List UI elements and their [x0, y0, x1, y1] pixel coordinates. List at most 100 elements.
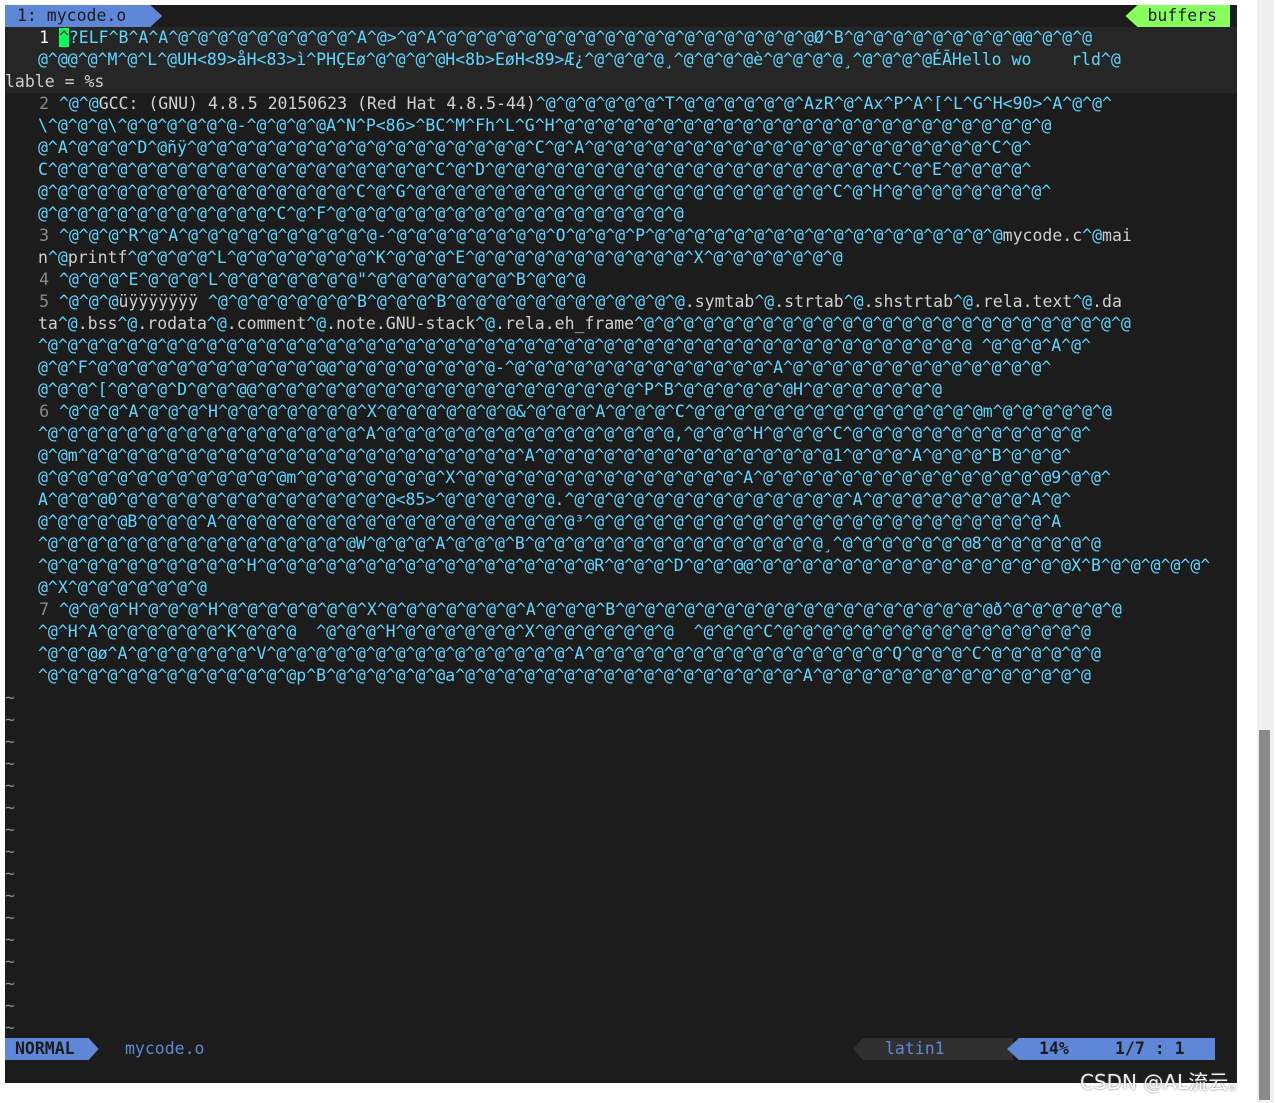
tilde-marker: ~ [5, 930, 15, 949]
buffer-line-row[interactable]: ^@^@^@^@^@^@^@^@^@^@^H^@^@^@^@^@^@^@^@^@… [5, 555, 1237, 577]
control-chars: ^@^@^@^A^@^@^@^H^@^@^@^@^@^@^@^X^@^@^@^@… [58, 402, 1112, 421]
buffer-line-row[interactable]: n^@printf^@^@^@^@^L^@^@^@^@^@^@^@^K^@^@^… [5, 247, 1237, 269]
buffer-line-row[interactable]: 2 ^@^@GCC: (GNU) 4.8.5 20150623 (Red Hat… [5, 93, 1237, 115]
empty-line-tilde: ~ [5, 863, 1237, 885]
printable-text: n [38, 248, 48, 267]
printable-text: .rodata [137, 314, 207, 333]
line-number: 4 [39, 270, 49, 289]
gutter-space [49, 600, 59, 619]
line-number: 3 [39, 226, 49, 245]
file-encoding: latin1 [885, 1039, 945, 1058]
buffer-line-row[interactable]: @^@m^@^@^@^@^@^@^@^@^@^@^@^@^@^@^@^@^@^@… [5, 445, 1237, 467]
control-chars: @^@^@^@^@^@^@^@^@^@^@^@^@m^@^@^@^@^@^@^@… [38, 468, 1111, 487]
mode-indicator: NORMAL [5, 1038, 99, 1060]
control-chars: ^@^@^@^@^L^@^@^@^@^@^@^@^K^@^@^@^E^@^@^@… [127, 248, 843, 267]
scrollbar-thumb[interactable] [1259, 730, 1270, 1100]
printable-text: GCC: (GNU) 4.8.5 20150623 (Red Hat 4.8.5… [98, 94, 536, 113]
control-chars: ^@ [306, 314, 327, 333]
control-chars: @^X^@^@^@^@^@^@^@ [38, 578, 207, 597]
empty-line-tilde: ~ [5, 819, 1237, 841]
control-chars: \^@^@^@\^@^@^@^@^@^@-^@^@^@^@A^N^P<86>^B… [38, 116, 1052, 135]
gutter-space [49, 226, 59, 245]
gutter-space [49, 28, 59, 47]
buffer-line-row[interactable]: @^@^@^@^@^@^@^@^@^@^@^@^@m^@^@^@^@^@^@^@… [5, 467, 1237, 489]
buffer-line-row[interactable]: @^@^@^@^@^@^@^@^@^@^@^@^@^@^@^@^C^@^G^@^… [5, 181, 1237, 203]
editor-buffer[interactable]: 1 ^?ELF^B^A^A^@^@^@^@^@^@^@^@^@^A^@>^@^A… [5, 27, 1237, 1037]
control-chars: @^@^@^@^@B^@^@^@^A^@^@^@^@^@^@^@^@^@^@^@… [38, 512, 1062, 531]
buffer-line-row[interactable]: ^@^@^@^@^@^@^@^@^@^@^@^@^@^@^@^@W^@^@^@^… [5, 533, 1237, 555]
buffer-line-row[interactable]: ^@^@^@ø^A^@^@^@^@^@^@^V^@^@^@^@^@^@^@^@^… [5, 643, 1237, 665]
scroll-percent: 14% [1039, 1039, 1069, 1058]
buffer-line-row[interactable]: ta^@.bss^@.rodata^@.comment^@.note.GNU-s… [5, 313, 1237, 335]
empty-line-tilde: ~ [5, 973, 1237, 995]
control-chars: ^@^@^@^@^@^@^@^@^@^@^H^@^@^@^@^@^@^@^@^@… [38, 556, 1211, 575]
empty-line-tilde: ~ [5, 995, 1237, 1017]
buffer-line-row[interactable]: A^@^@^@0^@^@^@^@^@^@^@^@^@^@^@^@^@^@<85>… [5, 489, 1237, 511]
printable-text: .rela.text [972, 292, 1073, 311]
buffer-line-row[interactable]: 5 ^@^@^@üÿÿÿÿÿÿÿ ^@^@^@^@^@^@^@^B^@^@^@^… [5, 291, 1237, 313]
tilde-marker: ~ [5, 732, 15, 751]
buffer-line-row[interactable]: @^@^@^@^@B^@^@^@^A^@^@^@^@^@^@^@^@^@^@^@… [5, 511, 1237, 533]
buffer-line-row[interactable]: 3 ^@^@^@^R^@^A^@^@^@^@^@^@^@^@^@^@-^@^@^… [5, 225, 1237, 247]
tab-mycode-o[interactable]: 1: mycode.o [5, 5, 162, 27]
buffer-line-row[interactable]: 4 ^@^@^@^E^@^@^@^L^@^@^@^@^@^@^@"^@^@^@^… [5, 269, 1237, 291]
buffer-line-row[interactable]: C^@^@^@^@^@^@^@^@^@^@^@^@^@^@^@^@^@^@^@^… [5, 159, 1237, 181]
empty-line-tilde: ~ [5, 841, 1237, 863]
buffer-line-row[interactable]: @^@^@^[^@^@^@^D^@^@^@@^@^@^@^@^@^@^@^@^@… [5, 379, 1237, 401]
tilde-marker: ~ [5, 776, 15, 795]
tilde-marker: ~ [5, 864, 15, 883]
control-chars: ^@ [953, 292, 973, 311]
printable-text: üÿÿÿÿÿÿÿ [118, 292, 208, 311]
control-chars: ^@^H^A^@^@^@^@^@^@^K^@^@^@ ^@^@^@^H^@^@^… [38, 622, 1091, 641]
buffer-line-row[interactable]: @^@^@^@^@^@^@^@^@^@^@^@^C^@^F^@^@^@^@^@^… [5, 203, 1237, 225]
line-number: 2 [39, 94, 49, 113]
tilde-marker: ~ [5, 974, 15, 993]
empty-line-tilde: ~ [5, 951, 1237, 973]
buffer-line-row[interactable]: @^@^F^@^@^@^@^@^@^@^@^@^@^@^@@^@^@^@^@^@… [5, 357, 1237, 379]
empty-line-tilde: ~ [5, 753, 1237, 775]
text-cursor: ^ [58, 28, 69, 47]
tilde-marker: ~ [5, 710, 15, 729]
control-chars: ^@^@^@^@^@^@^@^@^@^@^@^@^@p^B^@^@^@^@^@^… [38, 666, 1091, 685]
control-chars: ^@ [1082, 226, 1103, 245]
tilde-marker: ~ [5, 886, 15, 905]
control-chars: ^@^@^@^@^@^@^@^@^@^@^@^@^@^@^@^@^A^@^@^@… [38, 424, 1091, 443]
buffer-line-row[interactable]: ^@^@^@^@^@^@^@^@^@^@^@^@^@p^B^@^@^@^@^@^… [5, 665, 1237, 687]
buffer-line-row[interactable]: ^@^@^@^@^@^@^@^@^@^@^@^@^@^@^@^@^@^@^@^@… [5, 335, 1237, 357]
buffer-line-row[interactable]: lable = %s [5, 71, 1237, 93]
buffer-line-row[interactable]: \^@^@^@\^@^@^@^@^@^@-^@^@^@^@A^N^P<86>^B… [5, 115, 1237, 137]
control-chars: ^@ [475, 314, 496, 333]
tilde-marker: ~ [5, 754, 15, 773]
line-number: 7 [39, 600, 49, 619]
printable-text: .bss [77, 314, 118, 333]
buffer-line-row[interactable]: ^@^H^A^@^@^@^@^@^@^K^@^@^@ ^@^@^@^H^@^@^… [5, 621, 1237, 643]
control-chars: A^@^@^@0^@^@^@^@^@^@^@^@^@^@^@^@^@^@<85>… [38, 490, 1072, 509]
printable-text: ta [38, 314, 58, 333]
buffer-line-row[interactable]: ^@^@^@^@^@^@^@^@^@^@^@^@^@^@^@^@^A^@^@^@… [5, 423, 1237, 445]
empty-line-tilde: ~ [5, 687, 1237, 709]
tabline: 1: mycode.o buffers [5, 5, 1237, 27]
control-chars: ^@ [843, 292, 864, 311]
empty-line-tilde: ~ [5, 731, 1237, 753]
printable-text: mycode.c [1002, 226, 1083, 245]
control-chars: ?ELF^B^A^A^@^@^@^@^@^@^@^@^@^A^@>^@^A^@^… [68, 28, 1093, 47]
vim-terminal-window[interactable]: 1: mycode.o buffers 1 ^?ELF^B^A^A^@^@^@^… [5, 5, 1237, 1083]
cursor-position: 1/7 : 1 [1115, 1039, 1185, 1058]
buffer-line-row[interactable]: 1 ^?ELF^B^A^A^@^@^@^@^@^@^@^@^@^A^@>^@^A… [5, 27, 1237, 49]
control-chars: @^@^@^[^@^@^@^D^@^@^@@^@^@^@^@^@^@^@^@^@… [38, 380, 942, 399]
buffer-line-row[interactable]: @^A^@^@^@^D^@ñÿ^@^@^@^@^@^@^@^@^@^@^@^@^… [5, 137, 1237, 159]
gutter-space [49, 292, 59, 311]
control-chars: ^@^@^@^E^@^@^@^L^@^@^@^@^@^@^@"^@^@^@^@^… [58, 270, 586, 289]
printable-text: .shstrtab [863, 292, 954, 311]
printable-text: .strtab [774, 292, 844, 311]
tilde-marker: ~ [5, 688, 15, 707]
buffer-line-row[interactable]: @^X^@^@^@^@^@^@^@ [5, 577, 1237, 599]
printable-text: .symtab [684, 292, 755, 311]
empty-line-tilde: ~ [5, 709, 1237, 731]
buffer-line-row[interactable]: 7 ^@^@^@^H^@^@^@^H^@^@^@^@^@^@^@^X^@^@^@… [5, 599, 1237, 621]
buffer-line-row[interactable]: @^@@^@^M^@^L^@UH<89>åH<83>ì^PHÇEø^@^@^@^… [5, 49, 1237, 71]
control-chars: ^@^@^@ø^A^@^@^@^@^@^@^V^@^@^@^@^@^@^@^@^… [38, 644, 1101, 663]
buffer-line-row[interactable]: 6 ^@^@^@^A^@^@^@^H^@^@^@^@^@^@^@^X^@^@^@… [5, 401, 1237, 423]
control-chars: @^@^@^@^@^@^@^@^@^@^@^@^@^@^@^@^C^@^G^@^… [38, 182, 1052, 201]
tilde-marker: ~ [5, 952, 15, 971]
